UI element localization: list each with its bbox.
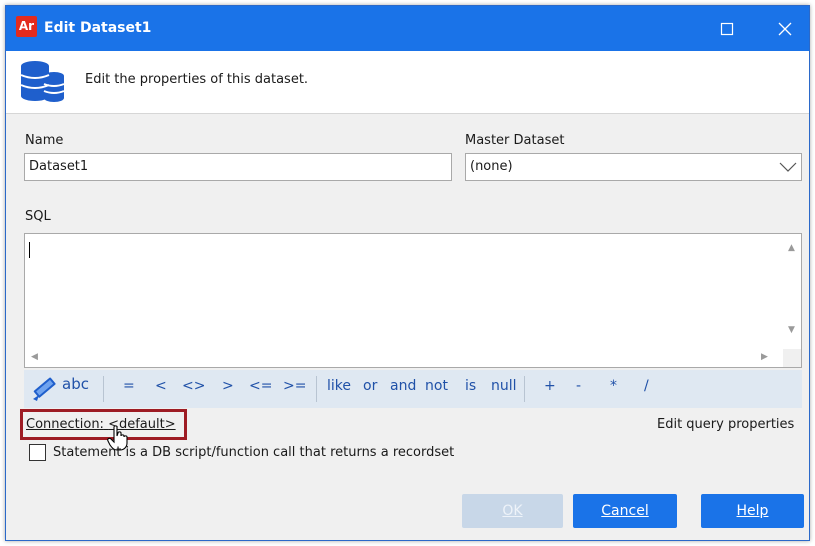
- chevron-down-icon: [779, 162, 797, 172]
- op-multiply-button[interactable]: *: [610, 378, 617, 394]
- master-dataset-label: Master Dataset: [465, 133, 565, 148]
- vertical-scrollbar[interactable]: ▲ ▼: [783, 234, 801, 349]
- kw-or-button[interactable]: or: [363, 378, 377, 394]
- scroll-right-arrow-icon[interactable]: ▶: [761, 353, 768, 362]
- edit-dataset-dialog: Ar Edit Dataset1 Edit the properties of …: [5, 5, 810, 541]
- kw-and-button[interactable]: and: [390, 378, 416, 394]
- close-button[interactable]: [762, 6, 808, 51]
- master-dataset-value: (none): [470, 159, 513, 174]
- header-band: Edit the properties of this dataset.: [6, 51, 809, 114]
- database-icon: [18, 60, 66, 108]
- sql-editor[interactable]: ▲ ▼ ◀ ▶: [24, 233, 802, 368]
- op-less-button[interactable]: <: [155, 378, 167, 394]
- kw-not-button[interactable]: not: [425, 378, 448, 394]
- scroll-left-arrow-icon[interactable]: ◀: [31, 353, 38, 362]
- kw-like-button[interactable]: like: [327, 378, 351, 394]
- connection-label: Connection:: [26, 417, 104, 432]
- op-greater-equal-button[interactable]: >=: [283, 378, 306, 394]
- toolbar-separator: [524, 376, 525, 402]
- kw-null-button[interactable]: null: [491, 378, 517, 394]
- ok-button[interactable]: OK: [462, 494, 563, 528]
- sql-label: SQL: [25, 209, 51, 224]
- op-plus-button[interactable]: +: [544, 378, 556, 394]
- help-button[interactable]: Help: [701, 494, 804, 528]
- sql-toolbar: abc = < <> > <= >= like or and not is nu…: [24, 370, 802, 408]
- op-not-equal-button[interactable]: <>: [182, 378, 205, 394]
- op-equals-button[interactable]: =: [123, 378, 135, 394]
- maximize-button[interactable]: [704, 6, 750, 51]
- spell-check-icon[interactable]: abc: [62, 375, 89, 393]
- cancel-button[interactable]: Cancel: [573, 494, 677, 528]
- close-icon: [778, 22, 792, 35]
- statement-checkbox-label[interactable]: Statement is a DB script/function call t…: [53, 445, 454, 460]
- op-divide-button[interactable]: /: [644, 378, 649, 394]
- op-less-equal-button[interactable]: <=: [249, 378, 272, 394]
- op-minus-button[interactable]: -: [576, 378, 581, 394]
- name-label: Name: [25, 133, 64, 148]
- name-input[interactable]: Dataset1: [24, 153, 452, 181]
- kw-is-button[interactable]: is: [465, 378, 476, 394]
- maximize-icon: [720, 22, 734, 35]
- query-builder-icon[interactable]: [30, 375, 60, 407]
- statement-checkbox[interactable]: [29, 444, 46, 461]
- window-title: Edit Dataset1: [44, 20, 152, 36]
- master-dataset-select[interactable]: (none): [465, 153, 802, 181]
- toolbar-separator: [316, 376, 317, 402]
- scroll-corner: [783, 349, 801, 367]
- header-description: Edit the properties of this dataset.: [85, 72, 309, 87]
- toolbar-separator: [103, 376, 104, 402]
- scroll-up-arrow-icon[interactable]: ▲: [788, 244, 795, 253]
- connection-link[interactable]: Connection: <default>: [26, 417, 176, 432]
- edit-query-properties-link[interactable]: Edit query properties: [657, 417, 794, 432]
- title-bar[interactable]: Ar Edit Dataset1: [6, 6, 809, 51]
- horizontal-scrollbar[interactable]: ◀ ▶: [25, 349, 783, 367]
- text-caret: [29, 242, 30, 258]
- scroll-down-arrow-icon[interactable]: ▼: [788, 326, 795, 335]
- app-icon: Ar: [16, 16, 37, 37]
- op-greater-button[interactable]: >: [222, 378, 234, 394]
